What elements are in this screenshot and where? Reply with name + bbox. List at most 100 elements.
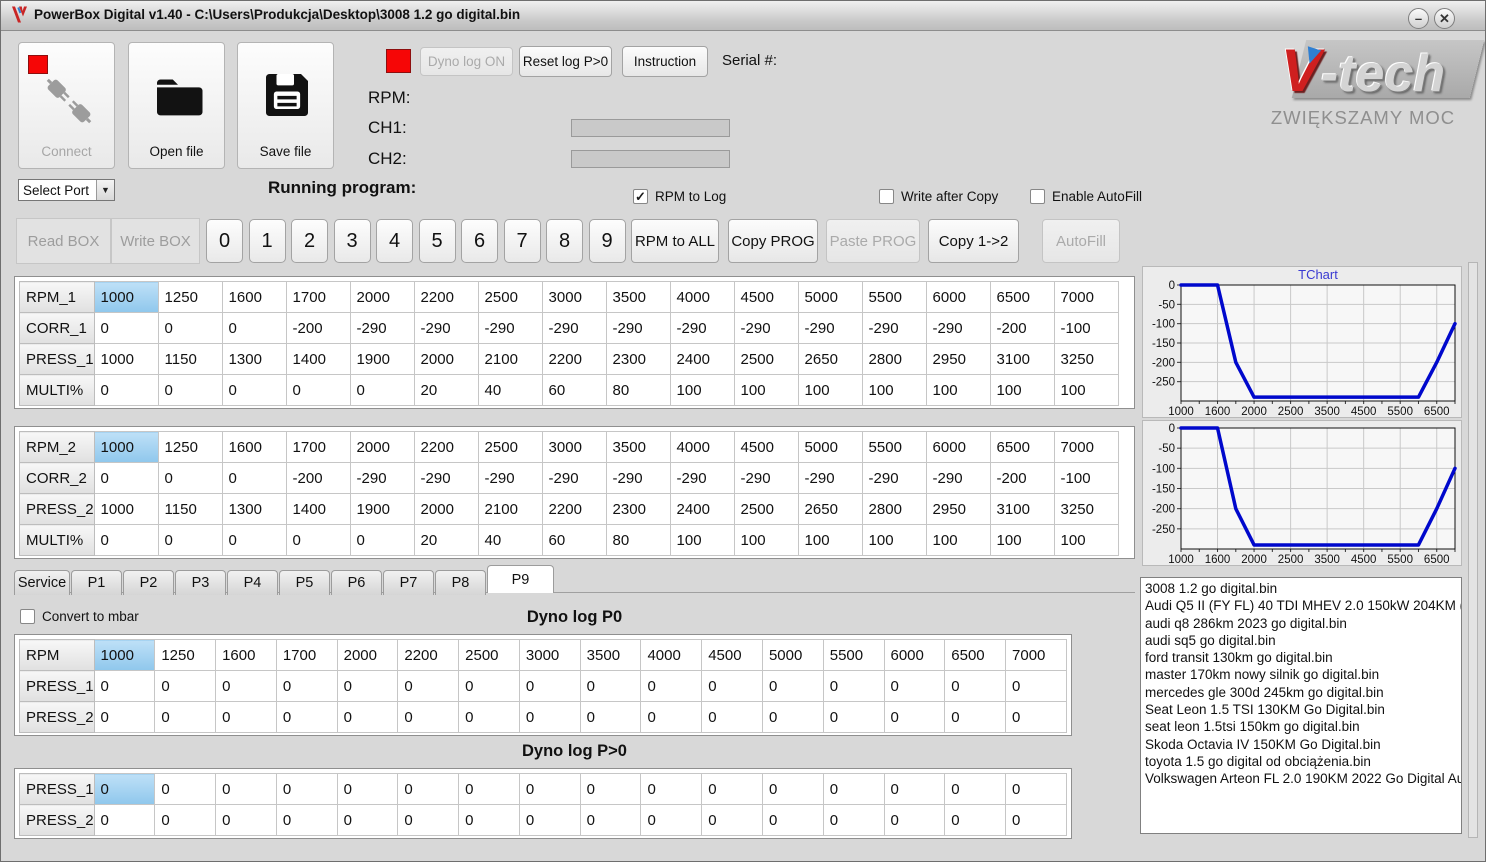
grid-cell[interactable]: 2500 [458, 639, 520, 671]
grid-cell[interactable]: 0 [275, 804, 338, 836]
grid-cell[interactable]: 2000 [349, 281, 415, 313]
grid-cell[interactable]: 100 [989, 524, 1055, 556]
grid-cell[interactable]: -290 [413, 462, 479, 494]
grid-cell[interactable]: -290 [541, 312, 607, 344]
paste-prog-button[interactable]: Paste PROG [826, 219, 920, 263]
grid-cell[interactable]: 100 [861, 524, 927, 556]
grid-cell[interactable]: 0 [701, 804, 763, 836]
grid-cell[interactable]: 0 [93, 701, 156, 733]
grid-cell[interactable]: 0 [93, 374, 159, 406]
grid-cell[interactable]: 3250 [1053, 493, 1119, 525]
grid-cell[interactable]: 0 [579, 670, 642, 702]
grid-cell[interactable]: 0 [215, 701, 277, 733]
grid-cell[interactable]: -100 [1053, 462, 1119, 494]
digit-button-3[interactable]: 3 [333, 219, 371, 263]
grid-cell[interactable]: -290 [797, 462, 863, 494]
grid-cell[interactable]: 0 [701, 701, 763, 733]
grid-cell[interactable]: 5500 [861, 281, 927, 313]
grid-cell[interactable]: 60 [541, 374, 607, 406]
grid-cell[interactable]: 3100 [989, 493, 1055, 525]
minimize-button[interactable]: – [1408, 8, 1429, 29]
grid-cell[interactable]: 1600 [215, 639, 277, 671]
file-item[interactable]: audi q8 286km 2023 go digital.bin [1145, 615, 1457, 632]
grid-cell[interactable]: 3100 [989, 343, 1055, 375]
grid-cell[interactable]: -290 [797, 312, 863, 344]
grid-cell[interactable]: 0 [518, 773, 581, 805]
grid-cell[interactable]: 4500 [701, 639, 763, 671]
file-item[interactable]: Skoda Octavia IV 150KM Go Digital.bin [1145, 736, 1457, 753]
tab-p9[interactable]: P9 [487, 565, 554, 593]
close-button[interactable]: ✕ [1434, 8, 1455, 29]
grid-cell[interactable]: 2800 [861, 343, 927, 375]
grid-cell[interactable]: 2950 [925, 493, 991, 525]
grid-cell[interactable]: -290 [733, 462, 799, 494]
grid-cell[interactable]: 1900 [349, 343, 415, 375]
grid-cell[interactable]: -290 [925, 312, 991, 344]
tab-p1[interactable]: P1 [71, 570, 122, 595]
grid-cell[interactable]: 100 [1053, 524, 1119, 556]
grid-cell[interactable]: -290 [669, 312, 735, 344]
grid-cell[interactable]: 100 [925, 524, 991, 556]
grid-cell[interactable]: 0 [336, 701, 399, 733]
grid-cell[interactable]: -290 [477, 312, 543, 344]
grid-cell[interactable]: -200 [989, 312, 1055, 344]
grid-cell[interactable]: 0 [397, 670, 460, 702]
grid-cell[interactable]: 1150 [157, 343, 223, 375]
file-item[interactable]: ford transit 130km go digital.bin [1145, 649, 1457, 666]
grid-cell[interactable]: 5500 [861, 431, 927, 463]
grid-cell[interactable]: -100 [1053, 312, 1119, 344]
file-item[interactable]: Seat Leon 1.5 TSI 130KM Go Digital.bin [1145, 701, 1457, 718]
grid-cell[interactable]: 100 [669, 524, 735, 556]
grid-cell[interactable]: 0 [822, 804, 885, 836]
grid-cell[interactable]: 6500 [989, 281, 1055, 313]
grid-cell[interactable]: 0 [93, 312, 159, 344]
grid-cell[interactable]: 2100 [477, 343, 543, 375]
grid-cell[interactable]: 2300 [605, 493, 671, 525]
grid-cell[interactable]: 0 [822, 773, 885, 805]
grid-cell[interactable]: 0 [349, 524, 415, 556]
file-item[interactable]: Audi Q5 II (FY FL) 40 TDI MHEV 2.0 150kW… [1145, 597, 1461, 614]
grid-cell[interactable]: 6000 [925, 431, 991, 463]
grid-cell[interactable]: 0 [215, 670, 277, 702]
digit-button-1[interactable]: 1 [248, 219, 286, 263]
rpm-to-log-checkbox-box[interactable] [633, 189, 648, 204]
reset-log-button[interactable]: Reset log P>0 [519, 46, 612, 77]
grid-cell[interactable]: 0 [397, 701, 460, 733]
grid-cell[interactable]: 100 [1053, 374, 1119, 406]
file-item[interactable]: Volkswagen Arteon FL 2.0 190KM 2022 Go D… [1145, 770, 1461, 787]
enable-autofill-checkbox-box[interactable] [1030, 189, 1045, 204]
tab-p3[interactable]: P3 [175, 570, 226, 595]
digit-button-4[interactable]: 4 [376, 219, 413, 263]
grid-cell[interactable]: 0 [640, 804, 703, 836]
grid-cell[interactable]: 0 [883, 773, 946, 805]
grid-cell[interactable]: 0 [1005, 701, 1067, 733]
grid-cell[interactable]: 6000 [883, 639, 946, 671]
grid-cell[interactable]: 4000 [669, 281, 735, 313]
grid-cell[interactable]: 5000 [797, 431, 863, 463]
grid-cell[interactable]: 1900 [349, 493, 415, 525]
grid-cell[interactable]: 0 [761, 804, 824, 836]
file-item[interactable]: master 170km nowy silnik go digital.bin [1145, 666, 1457, 683]
grid-cell[interactable]: 0 [944, 701, 1007, 733]
write-after-copy-checkbox[interactable]: Write after Copy [879, 189, 998, 204]
save-file-button[interactable]: Save file [237, 42, 334, 169]
grid-cell[interactable]: 3500 [605, 431, 671, 463]
grid-cell[interactable]: 1600 [221, 281, 287, 313]
digit-button-6[interactable]: 6 [461, 219, 498, 263]
grid-cell[interactable]: 0 [215, 773, 277, 805]
grid-cell[interactable]: 3000 [541, 431, 607, 463]
grid-cell[interactable]: -290 [349, 462, 415, 494]
grid-cell[interactable]: 0 [1005, 670, 1067, 702]
grid-cell[interactable]: -290 [349, 312, 415, 344]
grid-cell[interactable]: 0 [154, 773, 217, 805]
grid-cell[interactable]: 2400 [669, 493, 735, 525]
grid-cell[interactable]: 2950 [925, 343, 991, 375]
grid-cell[interactable]: 0 [285, 524, 351, 556]
grid-cell[interactable]: 100 [989, 374, 1055, 406]
grid-cell[interactable]: 3250 [1053, 343, 1119, 375]
rpm-to-log-checkbox[interactable]: RPM to Log [633, 189, 726, 204]
grid-cell[interactable]: 0 [336, 804, 399, 836]
enable-autofill-checkbox[interactable]: Enable AutoFill [1030, 189, 1142, 204]
grid-cell[interactable]: 0 [944, 773, 1007, 805]
grid-cell[interactable]: 1300 [221, 343, 287, 375]
